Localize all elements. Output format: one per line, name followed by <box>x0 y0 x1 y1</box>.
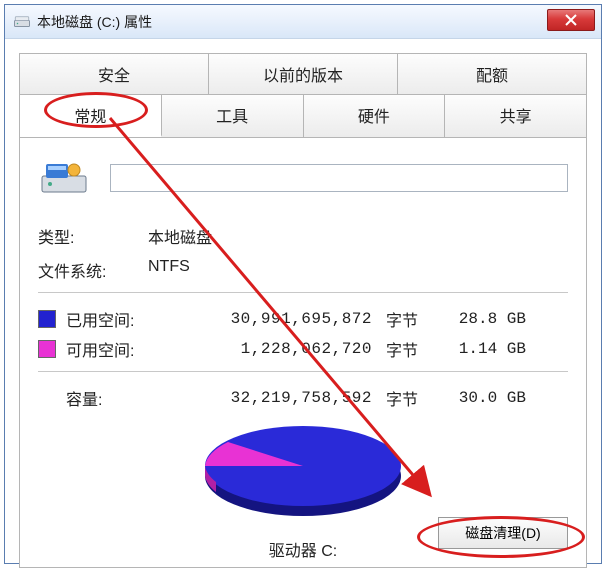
tab-quota[interactable]: 配额 <box>398 54 586 94</box>
drive-letter-label: 驱动器 C: <box>269 537 337 561</box>
drive-icon <box>13 13 31 31</box>
titlebar[interactable]: 本地磁盘 (C:) 属性 <box>5 5 601 39</box>
drive-name-row <box>38 158 568 198</box>
used-gb: 28.8 GB <box>436 310 526 328</box>
filesystem-row: 文件系统: NTFS <box>38 258 568 282</box>
type-row: 类型: 本地磁盘 <box>38 224 568 248</box>
divider <box>38 371 568 372</box>
usage-pie-chart <box>198 418 408 528</box>
filesystem-value: NTFS <box>148 258 190 282</box>
divider <box>38 292 568 293</box>
general-panel: 类型: 本地磁盘 文件系统: NTFS 已用空间: 30,991,695,872… <box>19 138 587 568</box>
used-bytes: 30,991,695,872 <box>186 310 386 328</box>
tabs-row-top: 安全 以前的版本 配额 <box>19 53 587 94</box>
filesystem-label: 文件系统: <box>38 258 148 282</box>
tab-previous-versions[interactable]: 以前的版本 <box>209 54 398 94</box>
drive-large-icon <box>38 158 90 198</box>
tab-security[interactable]: 安全 <box>20 54 209 94</box>
disk-cleanup-button[interactable]: 磁盘清理(D) <box>438 517 568 549</box>
close-button[interactable] <box>547 9 595 31</box>
used-unit: 字节 <box>386 307 436 331</box>
tab-hardware[interactable]: 硬件 <box>304 95 446 137</box>
close-icon <box>565 14 577 26</box>
tab-tools[interactable]: 工具 <box>162 95 304 137</box>
free-unit: 字节 <box>386 337 436 361</box>
free-gb: 1.14 GB <box>436 340 526 358</box>
free-label: 可用空间: <box>66 337 186 361</box>
type-value: 本地磁盘 <box>148 224 212 248</box>
capacity-gb: 30.0 GB <box>436 389 526 407</box>
used-swatch <box>38 310 56 328</box>
used-label: 已用空间: <box>66 307 186 331</box>
capacity-bytes: 32,219,758,592 <box>186 389 386 407</box>
capacity-label: 容量: <box>66 386 186 410</box>
type-label: 类型: <box>38 224 148 248</box>
tabs-row-bottom: 常规 工具 硬件 共享 <box>19 94 587 138</box>
tab-sharing[interactable]: 共享 <box>445 95 586 137</box>
drive-name-input[interactable] <box>110 164 568 192</box>
capacity-row: 容量: 32,219,758,592 字节 30.0 GB <box>38 386 568 410</box>
free-swatch <box>38 340 56 358</box>
free-bytes: 1,228,062,720 <box>186 340 386 358</box>
tab-general[interactable]: 常规 <box>20 95 162 137</box>
properties-dialog: 本地磁盘 (C:) 属性 安全 以前的版本 配额 常规 工具 硬件 共享 <box>4 4 602 564</box>
used-space-row: 已用空间: 30,991,695,872 字节 28.8 GB <box>38 307 568 331</box>
capacity-unit: 字节 <box>386 386 436 410</box>
pie-chart-wrap <box>38 418 568 528</box>
free-space-row: 可用空间: 1,228,062,720 字节 1.14 GB <box>38 337 568 361</box>
window-title: 本地磁盘 (C:) 属性 <box>37 12 152 32</box>
dialog-content: 安全 以前的版本 配额 常规 工具 硬件 共享 类型: <box>5 39 601 568</box>
